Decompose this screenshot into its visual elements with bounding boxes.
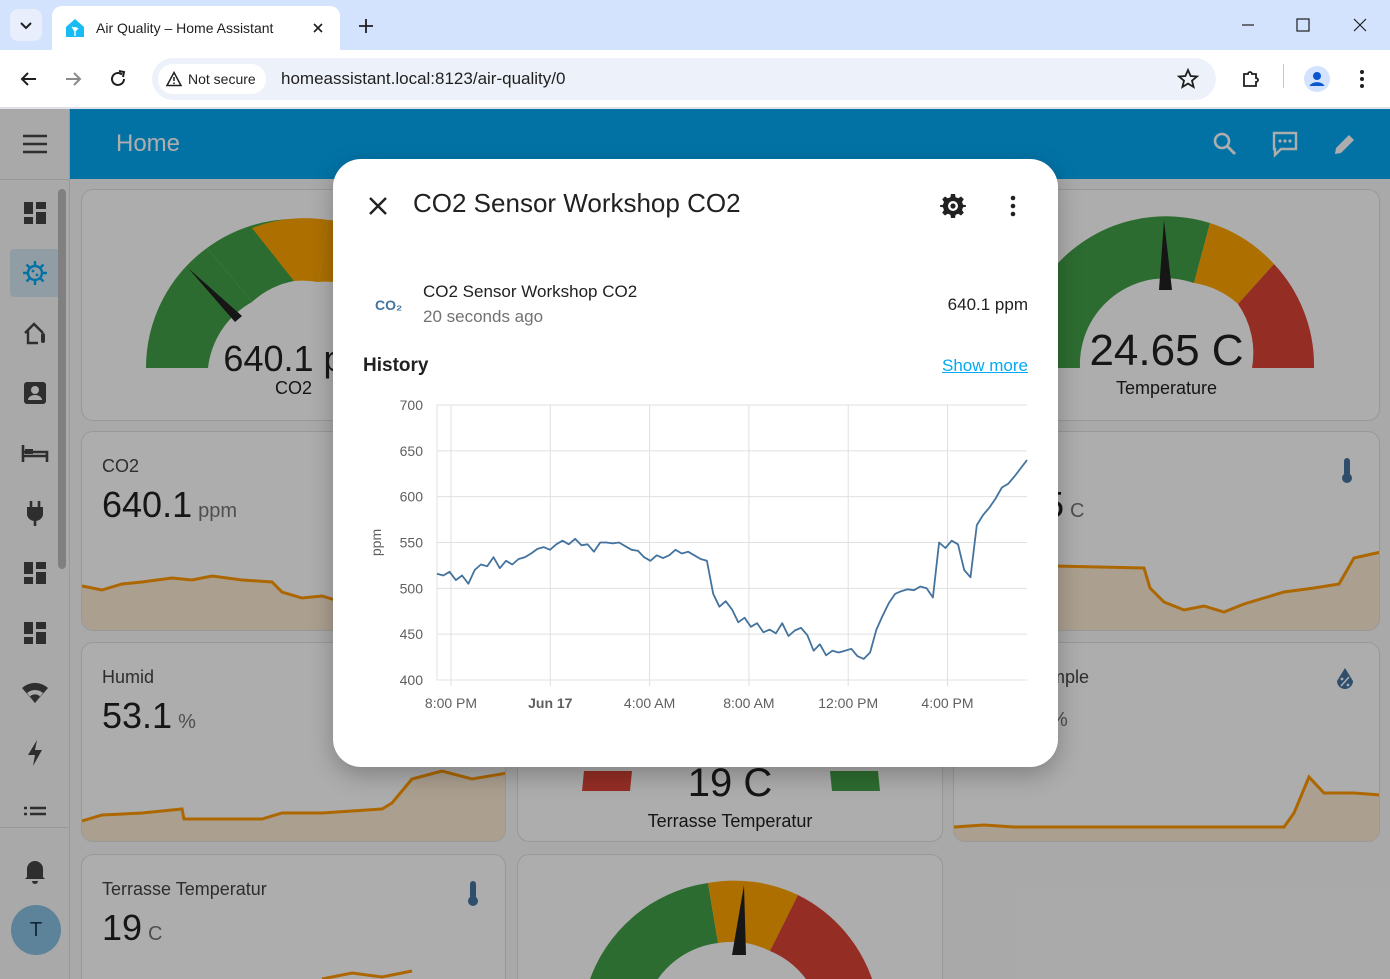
arrow-right-icon — [66, 72, 82, 86]
maximize-icon — [1296, 18, 1310, 32]
profile-button[interactable] — [1303, 65, 1331, 93]
home-assistant-icon — [66, 19, 84, 37]
bookmark-star-icon[interactable] — [1176, 67, 1200, 91]
address-bar[interactable]: Not secure homeassistant.local:8123/air-… — [152, 58, 1216, 100]
more-vertical-icon — [1360, 70, 1364, 88]
x-tick-label: 4:00 AM — [624, 695, 675, 711]
dialog-title: CO2 Sensor Workshop CO2 — [413, 188, 741, 218]
tab-title: Air Quality – Home Assistant — [96, 20, 274, 36]
plus-icon — [359, 19, 373, 33]
chevron-down-icon — [20, 22, 32, 30]
history-title: History — [363, 355, 429, 376]
puzzle-icon — [1243, 71, 1259, 87]
warning-icon — [166, 71, 182, 87]
y-tick-label: 600 — [400, 489, 424, 505]
browser-menu-button[interactable] — [1348, 65, 1376, 93]
x-tick-label: Jun 17 — [528, 695, 573, 711]
y-axis-label: ppm — [368, 529, 384, 556]
close-window-button[interactable] — [1345, 10, 1375, 40]
url-text: homeassistant.local:8123/air-quality/0 — [281, 69, 566, 88]
y-tick-label: 450 — [400, 626, 424, 642]
x-tick-label: 8:00 AM — [723, 695, 774, 711]
minimize-button[interactable] — [1233, 10, 1263, 40]
extensions-button[interactable] — [1237, 65, 1265, 93]
security-chip[interactable]: Not secure — [158, 64, 266, 94]
more-vertical-icon — [1010, 195, 1016, 217]
security-label: Not secure — [188, 71, 256, 87]
reload-button[interactable] — [102, 63, 134, 95]
dialog-more-button[interactable] — [996, 189, 1030, 223]
profile-icon — [1304, 66, 1330, 92]
forward-button[interactable] — [57, 63, 89, 95]
dialog-settings-button[interactable] — [936, 189, 970, 223]
minimize-icon — [1242, 24, 1254, 26]
x-tick-label: 4:00 PM — [921, 695, 973, 711]
y-tick-label: 550 — [400, 535, 424, 551]
series-line — [436, 459, 1028, 660]
y-tick-label: 700 — [400, 397, 424, 413]
browser-toolbar: Not secure homeassistant.local:8123/air-… — [0, 50, 1390, 108]
gear-icon — [940, 194, 966, 218]
y-tick-label: 500 — [400, 580, 424, 596]
entity-last-changed: 20 seconds ago — [423, 307, 544, 326]
reload-icon — [111, 70, 126, 86]
entity-state: 640.1 ppm — [947, 295, 1028, 314]
browser-tabstrip: Air Quality – Home Assistant — [0, 0, 1390, 50]
y-tick-label: 400 — [400, 672, 424, 688]
close-icon — [1353, 18, 1367, 32]
maximize-button[interactable] — [1288, 10, 1318, 40]
close-icon — [369, 197, 387, 215]
tab-search-button[interactable] — [10, 9, 42, 41]
arrow-left-icon — [20, 72, 36, 86]
browser-tab-active[interactable]: Air Quality – Home Assistant — [52, 6, 340, 50]
toolbar-separator — [1283, 64, 1284, 88]
molecule-co2-icon: CO₂ — [375, 297, 403, 313]
x-tick-label: 8:00 PM — [425, 695, 477, 711]
show-more-link[interactable]: Show more — [942, 356, 1028, 376]
new-tab-button[interactable] — [352, 12, 380, 40]
history-chart[interactable]: 700 650 600 550 500 450 4008:00 PM Jun 17 4:00 A… — [363, 391, 1033, 721]
tab-close-icon[interactable] — [308, 18, 328, 38]
back-button[interactable] — [13, 63, 45, 95]
y-tick-label: 650 — [400, 443, 424, 459]
dialog-close-button[interactable] — [361, 189, 395, 223]
entity-name: CO2 Sensor Workshop CO2 — [423, 282, 638, 301]
x-tick-label: 12:00 PM — [818, 695, 878, 711]
more-info-dialog: CO2 Sensor Workshop CO2 CO₂ CO2 Sensor W… — [333, 159, 1058, 767]
